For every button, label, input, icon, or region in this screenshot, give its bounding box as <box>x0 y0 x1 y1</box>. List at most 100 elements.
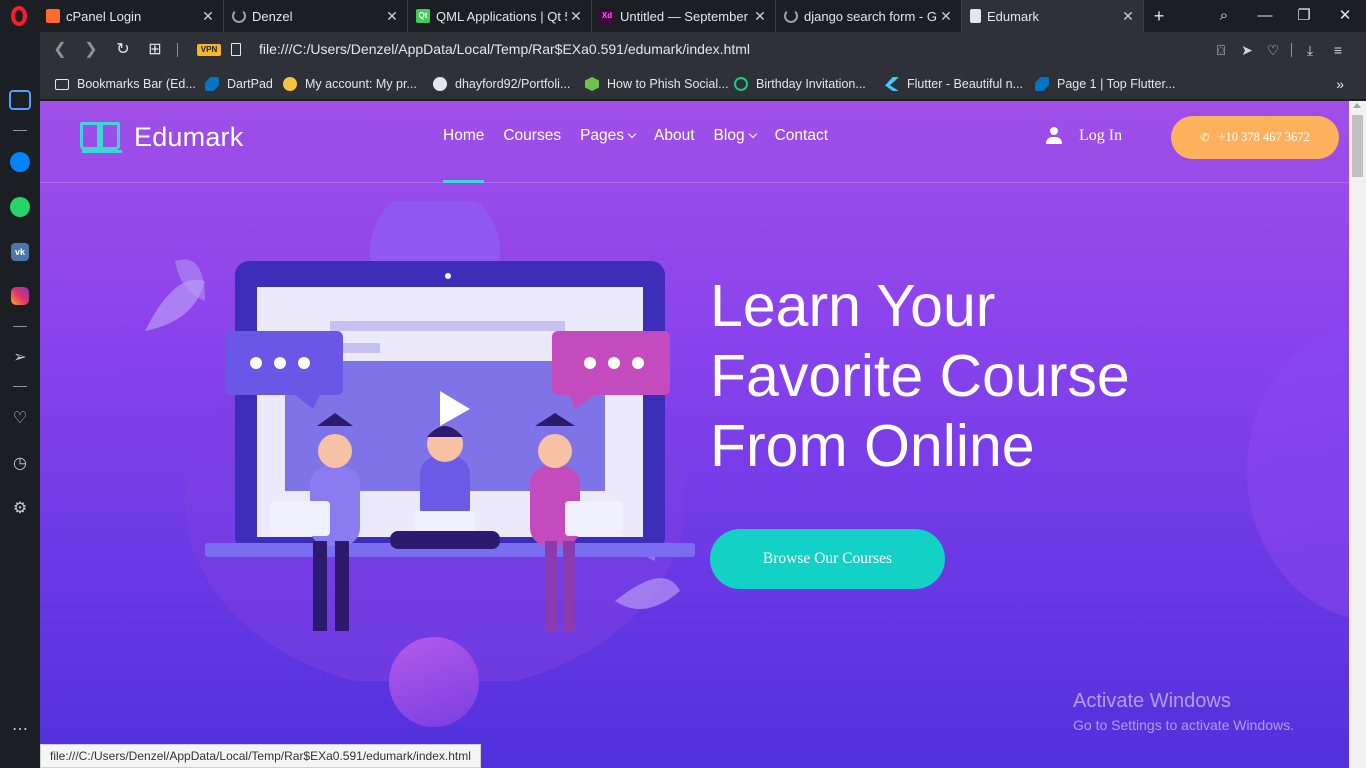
easy-setup-icon[interactable]: ≡ <box>1325 32 1351 68</box>
bookmark-item[interactable]: Flutter - Beautiful n... <box>885 68 1023 100</box>
bookmark-item[interactable]: Birthday Invitation... <box>734 68 866 100</box>
adobe-xd-icon: Xd <box>600 9 614 23</box>
browse-courses-button[interactable]: Browse Our Courses <box>710 529 945 589</box>
phone-button[interactable]: ✆ +10 378 467 3672 <box>1171 116 1339 159</box>
site-logo[interactable]: Edumark <box>80 120 243 154</box>
bookmark-label: Page 1 | Top Flutter... <box>1057 77 1176 91</box>
heart-icon[interactable]: ♡ <box>8 406 32 430</box>
loading-icon <box>784 9 798 23</box>
send-icon[interactable]: ➢ <box>8 345 32 369</box>
tab-django[interactable]: django search form - Go ✕ <box>776 0 962 32</box>
nav-pages[interactable]: Pages <box>580 101 637 183</box>
bookmark-item[interactable]: Page 1 | Top Flutter... <box>1035 68 1175 100</box>
bookmark-folder[interactable]: Bookmarks Bar (Ed... <box>55 68 196 100</box>
hero-title: Learn Your Favorite Course From Online <box>710 271 1230 481</box>
camera-dot <box>445 273 451 279</box>
tab-label: django search form - Go <box>804 8 937 24</box>
login-label: Log In <box>1079 127 1123 144</box>
close-tab-icon[interactable]: ✕ <box>751 8 769 25</box>
close-window-button[interactable]: ✕ <box>1326 0 1364 32</box>
whatsapp-icon[interactable] <box>10 197 30 217</box>
tab-qml[interactable]: Qt QML Applications | Qt 5. ✕ <box>408 0 592 32</box>
github-icon <box>433 77 447 91</box>
instagram-icon[interactable] <box>11 287 29 305</box>
nav-blog[interactable]: Blog <box>713 101 757 183</box>
home-icon[interactable] <box>9 90 31 110</box>
tab-label: Edumark <box>987 8 1040 24</box>
nav-home[interactable]: Home <box>443 101 485 183</box>
tab-label: Denzel <box>252 8 293 24</box>
restore-button[interactable]: ❐ <box>1285 0 1323 32</box>
heart-icon[interactable]: ♡ <box>1260 32 1286 68</box>
bookmark-label: DartPad <box>227 77 273 91</box>
account-icon <box>283 77 297 91</box>
qt-icon: Qt <box>416 9 430 23</box>
bookmark-item[interactable]: DartPad <box>205 68 273 100</box>
decorative-circle <box>389 637 479 727</box>
divider <box>13 130 27 131</box>
send-icon[interactable]: ➤ <box>1234 32 1260 68</box>
bookmark-item[interactable]: How to Phish Social... <box>585 68 729 100</box>
nav-courses[interactable]: Courses <box>503 101 561 183</box>
divider <box>13 326 27 327</box>
settings-icon[interactable]: ⚙ <box>8 496 32 520</box>
bookmark-item[interactable]: My account: My pr... <box>283 68 417 100</box>
phone-icon: ✆ <box>1200 132 1210 144</box>
vpn-badge[interactable]: VPN <box>197 44 221 56</box>
more-icon[interactable]: ⋯ <box>8 717 32 741</box>
opera-menu-button[interactable] <box>0 0 38 32</box>
minimize-button[interactable]: — <box>1246 0 1284 32</box>
close-tab-icon[interactable]: ✕ <box>937 8 955 25</box>
loading-icon <box>232 9 246 23</box>
page-info-icon[interactable] <box>231 43 241 56</box>
folder-icon <box>55 78 69 90</box>
vk-icon[interactable]: vk <box>11 243 29 261</box>
hero-title-line: Learn Your <box>710 273 996 339</box>
scroll-up-arrow-icon[interactable] <box>1353 103 1361 108</box>
close-tab-icon[interactable]: ✕ <box>199 8 217 25</box>
download-icon[interactable]: ⤓ <box>1297 32 1323 68</box>
flutter-icon <box>885 77 899 91</box>
nav-label: Blog <box>713 127 745 144</box>
history-icon[interactable]: ◷ <box>8 451 32 475</box>
messenger-icon[interactable] <box>10 152 30 172</box>
chevron-down-icon <box>627 129 637 139</box>
web-page: Edumark Home Courses Pages About Blog Co… <box>40 101 1349 768</box>
page-scrollbar[interactable] <box>1349 101 1366 768</box>
reload-icon[interactable]: ↻ <box>109 32 137 68</box>
tab-denzel[interactable]: Denzel ✕ <box>224 0 408 32</box>
tab-xd[interactable]: Xd Untitled — September 1 ✕ <box>592 0 776 32</box>
nav-contact[interactable]: Contact <box>775 101 828 183</box>
nav-about[interactable]: About <box>654 101 695 183</box>
nav-label: Home <box>443 127 485 144</box>
close-tab-icon[interactable]: ✕ <box>383 8 401 25</box>
login-link[interactable]: Log In <box>1045 127 1122 145</box>
url-field[interactable]: file:///C:/Users/Denzel/AppData/Local/Te… <box>259 41 750 57</box>
speed-dial-icon[interactable]: ⊞ <box>141 32 169 68</box>
circle-icon <box>734 77 748 91</box>
cpanel-icon <box>46 9 60 23</box>
bookmark-label: Bookmarks Bar (Ed... <box>77 77 196 91</box>
bookmark-item[interactable]: dhayford92/Portfoli... <box>433 68 570 100</box>
search-tabs-icon[interactable]: ⌕ <box>1205 0 1243 32</box>
tab-strip: cPanel Login ✕ Denzel ✕ Qt QML Applicati… <box>0 0 1366 32</box>
decorative-blob <box>1247 321 1349 621</box>
opera-logo-icon <box>11 6 27 26</box>
tab-label: Untitled — September 1 <box>620 8 751 24</box>
divider <box>177 43 178 57</box>
snapshot-icon[interactable]: ⌼ <box>1208 32 1234 68</box>
close-tab-icon[interactable]: ✕ <box>1119 8 1137 25</box>
close-tab-icon[interactable]: ✕ <box>567 8 585 25</box>
tab-cpanel[interactable]: cPanel Login ✕ <box>38 0 224 32</box>
nav-label: About <box>654 127 695 144</box>
tab-label: cPanel Login <box>66 8 142 24</box>
bookmarks-bar: Bookmarks Bar (Ed... DartPad My account:… <box>40 68 1366 100</box>
tab-edumark[interactable]: Edumark ✕ <box>962 0 1144 32</box>
more-bookmarks-icon[interactable]: » <box>1336 68 1344 100</box>
bookmark-label: dhayford92/Portfoli... <box>455 77 571 91</box>
new-tab-button[interactable]: + <box>1148 3 1170 29</box>
bubble-dot <box>632 357 644 369</box>
scrollbar-thumb[interactable] <box>1352 115 1363 177</box>
back-icon[interactable]: ❮ <box>46 32 74 68</box>
forward-icon[interactable]: ❯ <box>77 32 105 68</box>
